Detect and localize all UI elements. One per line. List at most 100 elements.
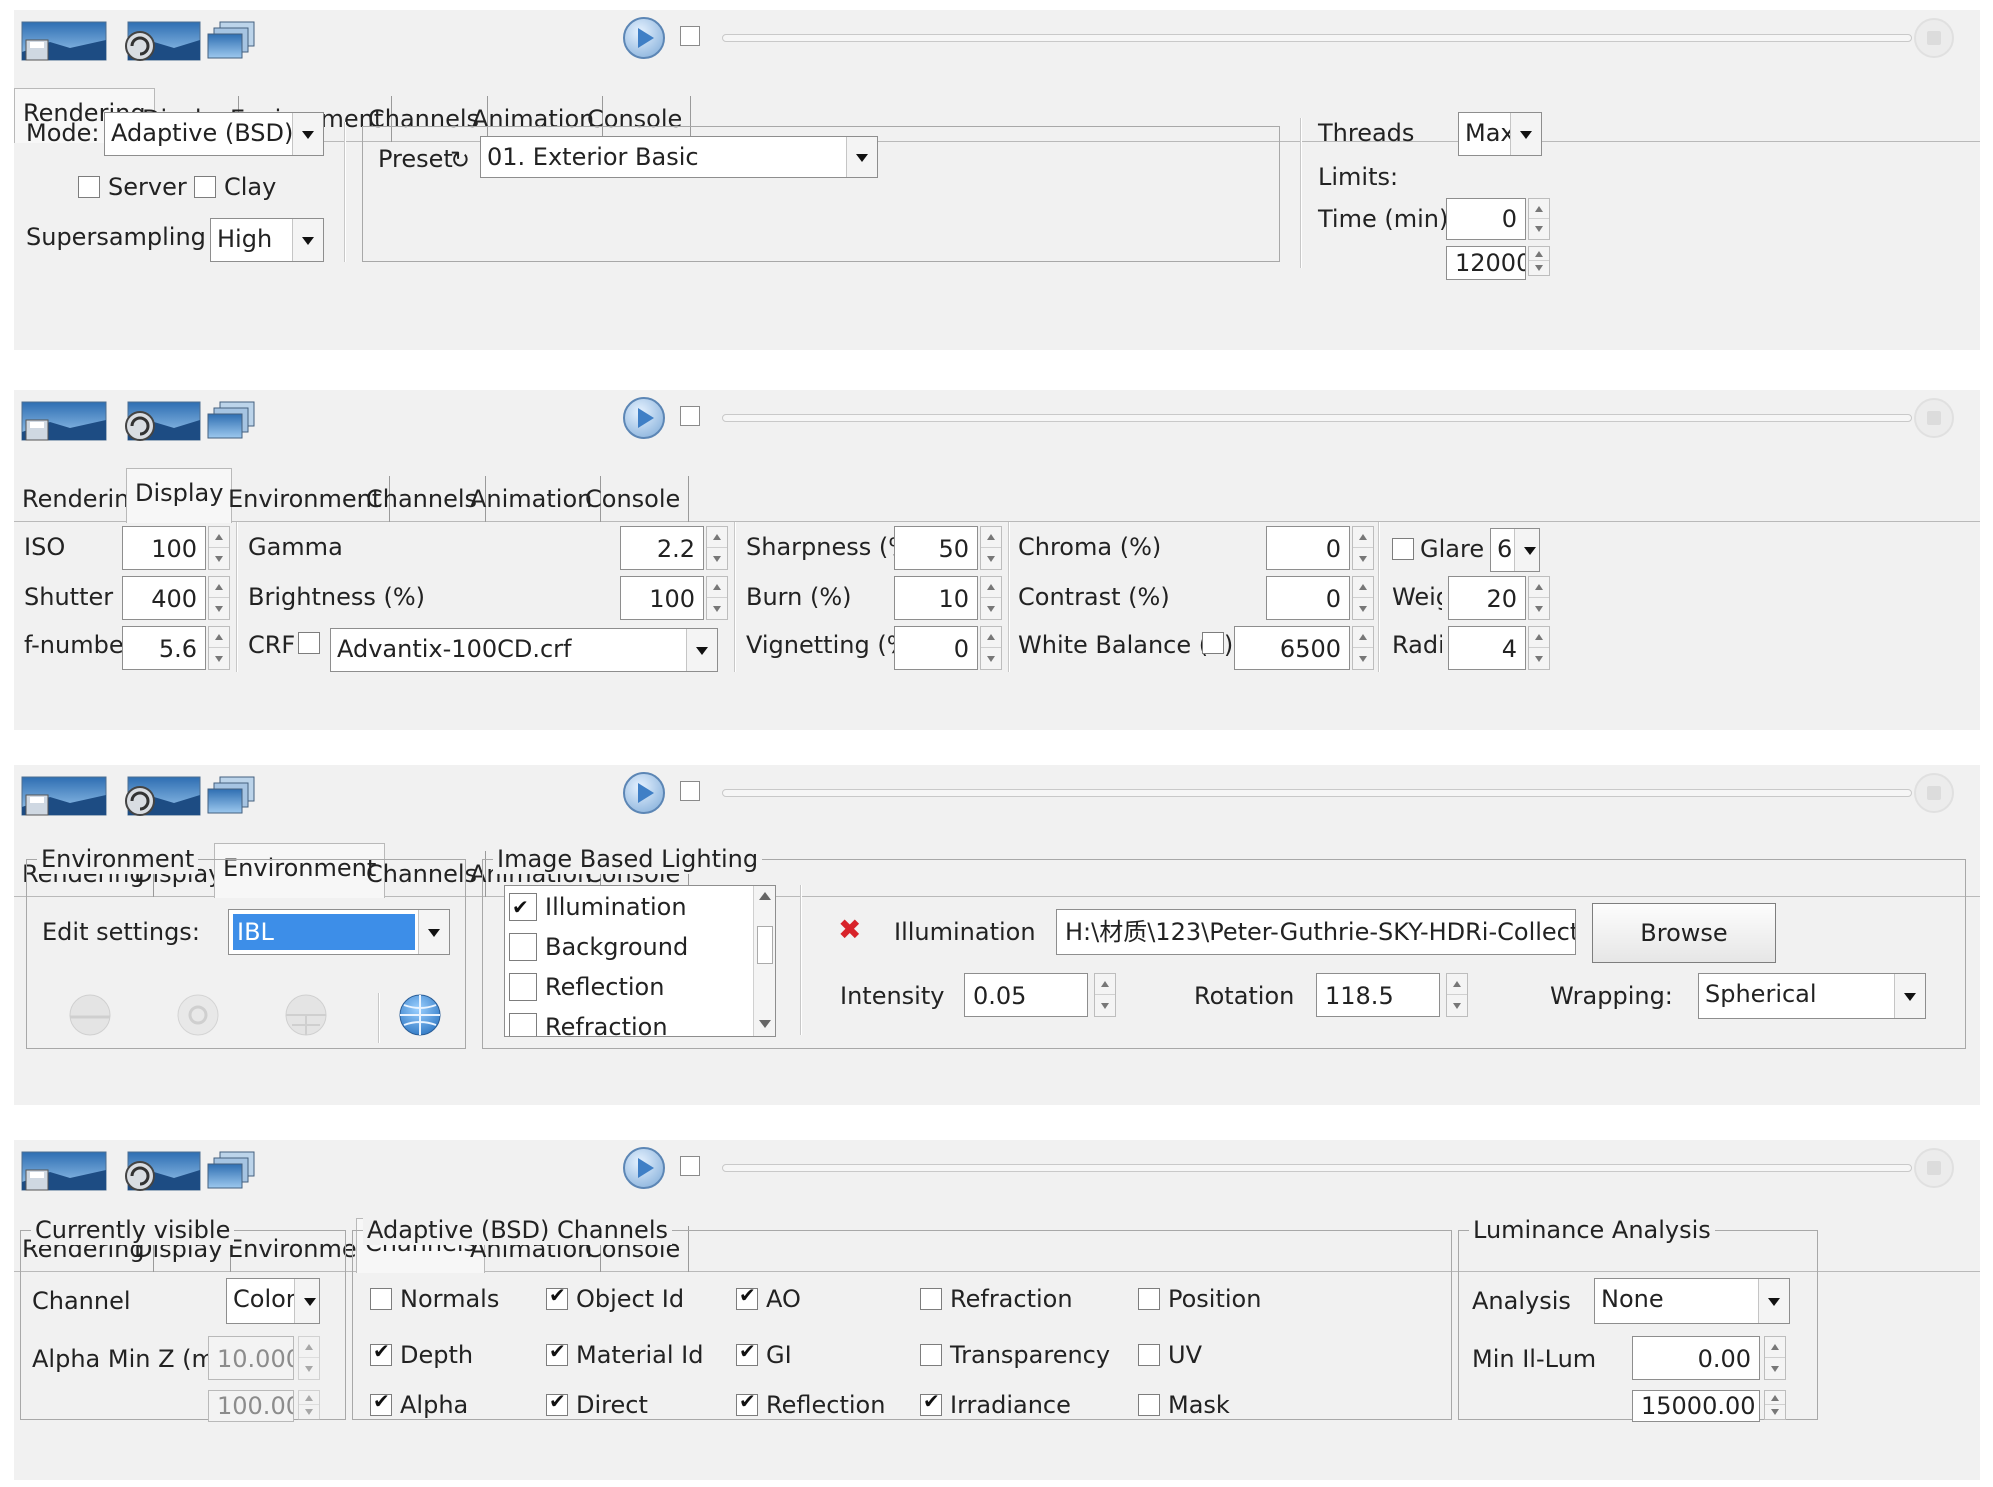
brightness-stepper[interactable] [706,576,728,620]
copy-windows-icon[interactable] [204,18,258,64]
rotation-stepper[interactable] [1446,973,1468,1017]
chevron-down-icon[interactable] [846,137,877,177]
uv-checkbox[interactable] [1138,1344,1160,1366]
burn-field[interactable]: 10 [894,576,978,620]
reflection-checkbox[interactable] [509,973,537,1001]
play-icon[interactable] [622,1146,666,1190]
copy-windows-icon[interactable] [204,1148,258,1194]
material-id-checkbox[interactable] [546,1339,568,1366]
scroll-down-icon[interactable] [759,1020,771,1028]
min-il-field[interactable]: 0.00 [1632,1336,1760,1380]
scroll-up-icon[interactable] [759,892,771,900]
gamma-field[interactable]: 2.2 [620,526,704,570]
chroma-field[interactable]: 0 [1266,526,1350,570]
sharpness-stepper[interactable] [980,526,1002,570]
refraction-channel-checkbox[interactable] [920,1288,942,1310]
radius-field[interactable]: 4 [1448,626,1526,670]
reflection-channel-checkbox[interactable] [736,1389,758,1416]
wrapping-dropdown[interactable]: Spherical [1698,973,1926,1019]
position-checkbox[interactable] [1138,1288,1160,1310]
irradiance-checkbox[interactable] [920,1389,942,1416]
direct-checkbox[interactable] [546,1389,568,1416]
refraction-checkbox[interactable] [509,1013,537,1036]
chevron-down-icon[interactable] [292,219,323,261]
chevron-down-icon[interactable] [292,113,323,155]
chevron-down-icon[interactable] [1758,1279,1789,1323]
crf-dropdown[interactable]: Advantix-100CD.crf [330,628,718,672]
fnumber-stepper[interactable] [208,626,230,670]
alpha-min-stepper[interactable] [298,1336,320,1380]
list-scrollbar[interactable] [753,886,775,1036]
save-image-icon[interactable] [20,1148,108,1194]
preset-dropdown[interactable]: 01. Exterior Basic [480,136,878,178]
save-image-icon[interactable] [20,18,108,64]
contrast-field[interactable]: 0 [1266,576,1350,620]
copy-windows-icon[interactable] [204,398,258,444]
iso-field[interactable]: 100 [122,526,206,570]
radius-stepper[interactable] [1528,626,1550,670]
chevron-down-icon[interactable] [686,629,717,671]
shutter-field[interactable]: 400 [122,576,206,620]
scroll-thumb[interactable] [757,926,773,964]
tab-console[interactable]: Console [577,476,690,522]
max-il-field[interactable]: 15000.00 [1632,1390,1760,1422]
chevron-down-icon[interactable] [294,1279,319,1323]
glare-checkbox[interactable] [1392,538,1414,560]
background-checkbox[interactable] [509,933,537,961]
stop-icon[interactable] [1914,398,1954,438]
illumination-checkbox[interactable] [509,888,537,926]
crf-checkbox[interactable] [298,632,320,654]
alpha-checkbox[interactable] [370,1389,392,1416]
intensity-field[interactable]: 0.05 [964,973,1088,1017]
white-balance-checkbox[interactable] [1202,632,1224,654]
save-image-icon[interactable] [20,398,108,444]
alpha-min-field[interactable]: 10.000 [208,1336,294,1380]
render-refresh-icon[interactable] [114,18,202,64]
loop-checkbox[interactable] [680,1156,700,1176]
chevron-down-icon[interactable] [1514,529,1539,571]
weight-stepper[interactable] [1528,576,1550,620]
stop-icon[interactable] [1914,1148,1954,1188]
normals-checkbox[interactable] [370,1288,392,1310]
sky-dome-icon[interactable] [284,993,328,1037]
illumination-path-field[interactable]: H:\材质\123\Peter-Guthrie-SKY-HDRi-Collect… [1056,909,1576,955]
render-refresh-icon[interactable] [114,773,202,819]
iso-stepper[interactable] [208,526,230,570]
intensity-stepper[interactable] [1094,973,1116,1017]
analysis-dropdown[interactable]: None [1594,1278,1790,1324]
ibl-globe-icon[interactable] [398,993,442,1037]
ibl-layer-list[interactable]: Illumination Background Reflection Refra… [504,885,776,1037]
vignetting-field[interactable]: 0 [894,626,978,670]
clay-checkbox[interactable] [194,176,216,198]
sun-icon[interactable] [176,993,220,1037]
server-checkbox[interactable] [78,176,100,198]
supersampling-dropdown[interactable]: High [210,218,324,262]
chevron-down-icon[interactable] [418,910,449,954]
rotation-field[interactable]: 118.5 [1316,973,1440,1017]
glare-dropdown[interactable]: 6 [1490,528,1540,572]
object-id-checkbox[interactable] [546,1283,568,1310]
alpha-max-stepper[interactable] [298,1390,320,1420]
loop-checkbox[interactable] [680,781,700,801]
gamma-stepper[interactable] [706,526,728,570]
time-field[interactable]: 0 [1446,198,1526,240]
samples-field[interactable]: 12000 [1446,246,1526,280]
channel-dropdown[interactable]: Color [226,1278,320,1324]
render-refresh-icon[interactable] [114,1148,202,1194]
samples-stepper[interactable] [1528,246,1550,276]
contrast-stepper[interactable] [1352,576,1374,620]
edit-settings-dropdown[interactable]: IBL [228,909,450,955]
mask-checkbox[interactable] [1138,1394,1160,1416]
sharpness-field[interactable]: 50 [894,526,978,570]
stop-icon[interactable] [1914,18,1954,58]
render-refresh-icon[interactable] [114,398,202,444]
tab-display[interactable]: Display [126,468,233,523]
copy-windows-icon[interactable] [204,773,258,819]
alpha-max-field[interactable]: 100.000 [208,1390,294,1422]
brightness-field[interactable]: 100 [620,576,704,620]
threads-dropdown[interactable]: Max [1458,112,1542,156]
preset-refresh-icon[interactable]: ↻ [450,146,470,174]
depth-checkbox[interactable] [370,1339,392,1366]
close-icon[interactable]: ✖ [838,915,861,945]
fnumber-field[interactable]: 5.6 [122,626,206,670]
